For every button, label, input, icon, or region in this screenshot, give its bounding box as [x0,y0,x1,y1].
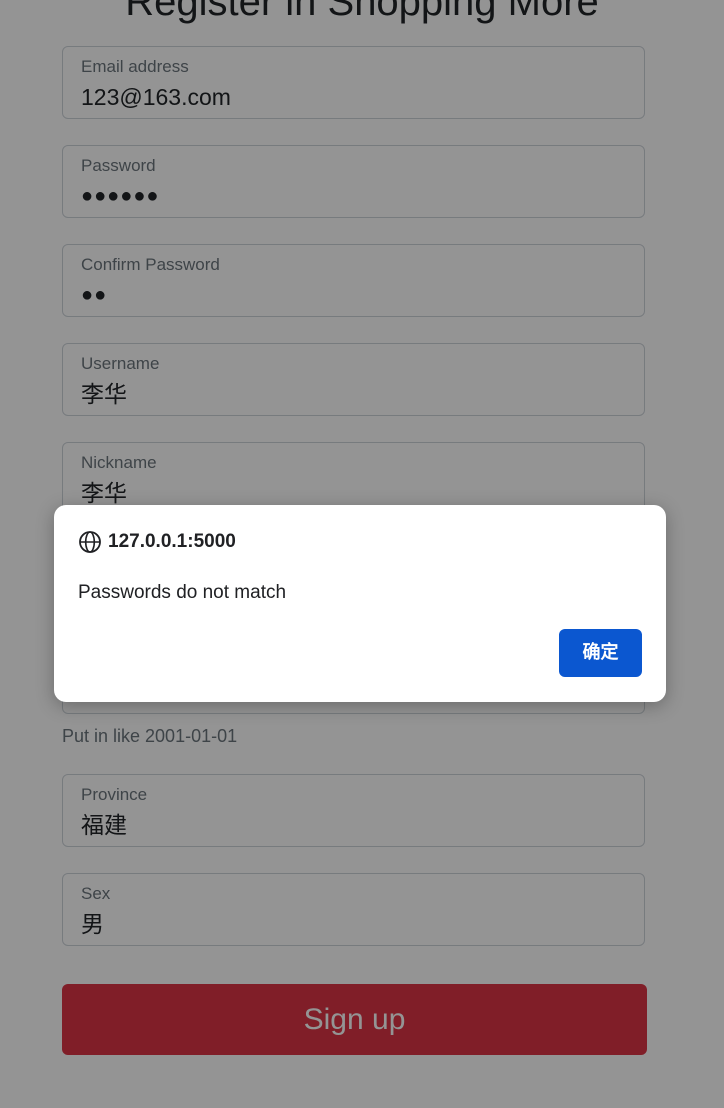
dialog-ok-button[interactable]: 确定 [559,629,642,677]
dialog-origin: 127.0.0.1:5000 [108,531,236,552]
globe-icon [78,530,102,554]
dialog-message: Passwords do not match [78,582,287,603]
alert-dialog: 127.0.0.1:5000 Passwords do not match 确定 [54,505,666,702]
dialog-header: 127.0.0.1:5000 [78,529,236,555]
register-page: Register in Shopping More Email address … [0,0,724,1108]
